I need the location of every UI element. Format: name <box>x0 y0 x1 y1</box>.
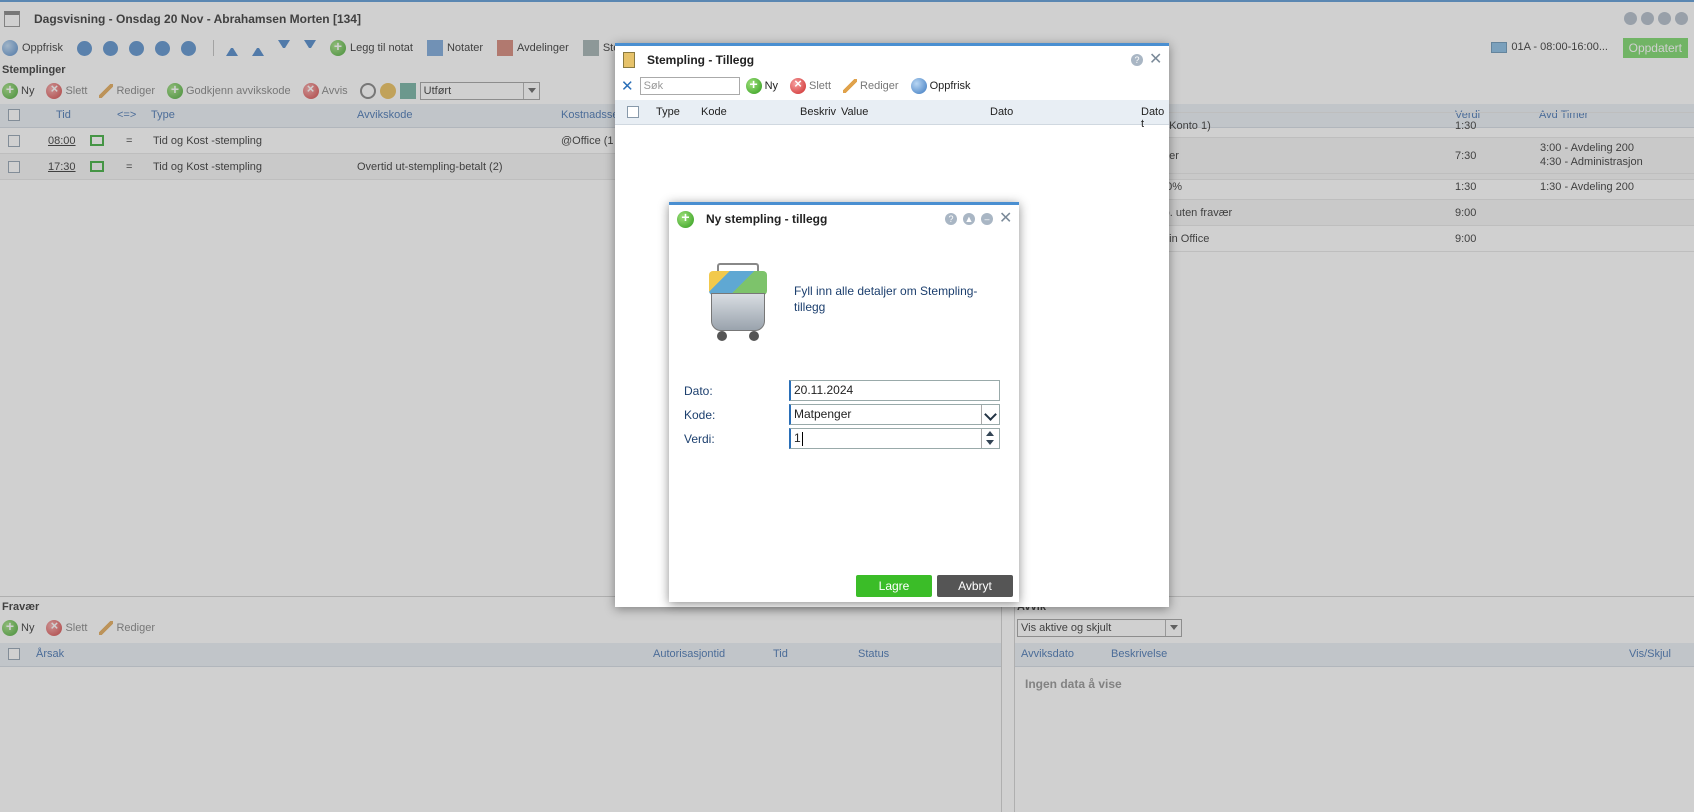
minimize-icon[interactable]: – <box>981 213 993 225</box>
dialog-controls: ? ✕ <box>1131 52 1162 68</box>
col-code[interactable]: Kode <box>701 106 727 118</box>
dialog-table-header: Type Kode Beskriv Value Dato Dato t <box>615 100 1169 130</box>
col-date[interactable]: Dato <box>990 106 1013 118</box>
code-select[interactable]: Matpenger <box>789 404 1000 425</box>
edit-button[interactable]: Rediger <box>843 79 899 93</box>
cancel-button[interactable]: Avbryt <box>937 575 1013 597</box>
save-button[interactable]: Lagre <box>856 575 932 597</box>
close-icon[interactable]: ✕ <box>999 211 1012 227</box>
clear-search-icon[interactable]: ✕ <box>621 77 634 95</box>
up-icon[interactable]: ▲ <box>963 213 975 225</box>
help-icon[interactable]: ? <box>945 213 957 225</box>
search-input[interactable]: Søk <box>639 77 740 95</box>
col-value[interactable]: Value <box>841 106 868 118</box>
date-field[interactable]: 20.11.2024 <box>789 380 1000 401</box>
dialog-controls: ? ▲ – ✕ <box>945 211 1012 227</box>
col-date-to[interactable]: Dato t <box>1141 106 1169 130</box>
chevron-down-icon[interactable] <box>981 405 999 424</box>
pencil-icon <box>843 79 858 93</box>
code-label: Kode: <box>684 408 716 422</box>
help-icon[interactable]: ? <box>1131 54 1143 66</box>
spinner[interactable] <box>981 429 999 448</box>
refresh-icon <box>910 78 927 94</box>
select-all-checkbox[interactable] <box>627 106 639 118</box>
new-button[interactable]: Ny <box>745 76 778 94</box>
col-describe[interactable]: Beskriv <box>800 106 836 118</box>
close-icon[interactable]: ✕ <box>1149 52 1162 68</box>
decrement-icon[interactable] <box>986 440 994 445</box>
value-stepper[interactable]: 1 <box>789 428 1000 449</box>
value-label: Verdi: <box>684 432 715 446</box>
info-text: Fyll inn alle detaljer om Stempling-till… <box>794 284 978 314</box>
dialog-title: Stempling - Tillegg <box>647 53 755 67</box>
cart-illustration <box>707 263 769 347</box>
dialog-header: Stempling - Tillegg <box>615 46 1169 74</box>
add-icon <box>677 209 694 228</box>
dialog-toolbar: ✕ Søk Ny Slett Rediger Oppfrisk <box>615 74 1169 98</box>
stamping-icon <box>623 52 635 68</box>
dialog-title: Ny stempling - tillegg <box>706 212 828 226</box>
refresh-button[interactable]: Oppfrisk <box>910 78 971 94</box>
col-type[interactable]: Type <box>656 106 680 118</box>
date-label: Dato: <box>684 384 713 398</box>
new-stamping-dialog: Ny stempling - tillegg ? ▲ – ✕ Fyll inn … <box>669 202 1019 602</box>
increment-icon[interactable] <box>986 431 994 436</box>
delete-icon <box>790 76 807 94</box>
delete-button[interactable]: Slett <box>790 76 831 94</box>
add-icon <box>745 76 762 94</box>
